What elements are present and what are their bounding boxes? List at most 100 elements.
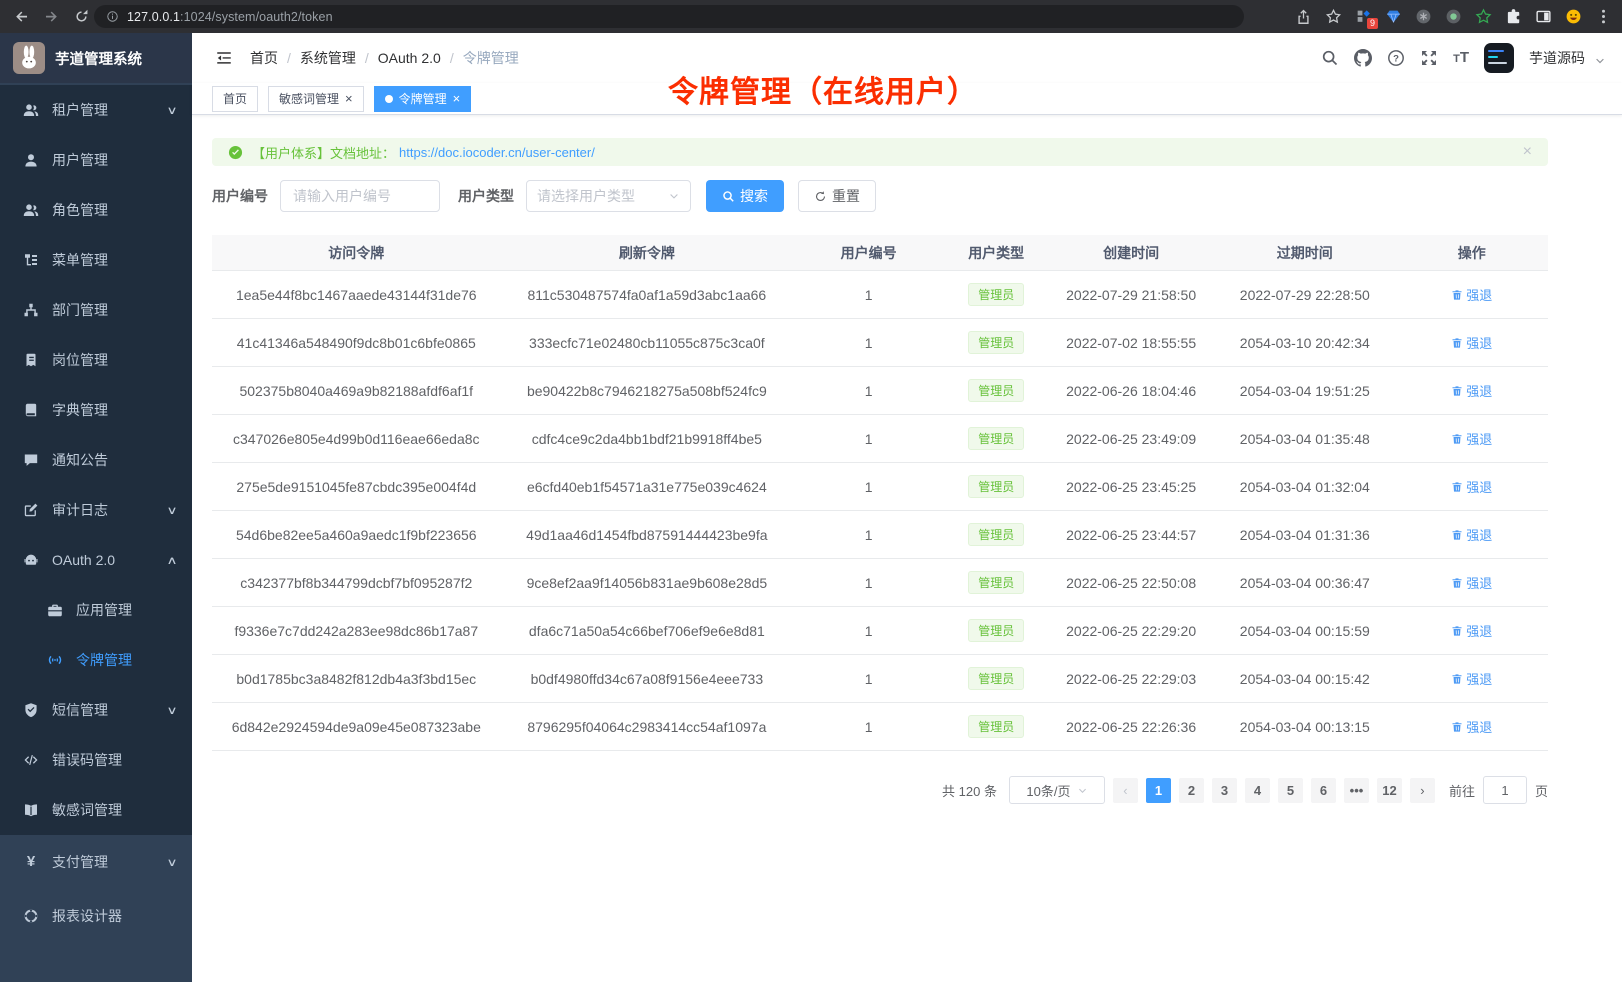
user-id-label: 用户编号 [212,186,268,206]
sidebar-item-report[interactable]: 报表设计器 [0,889,192,943]
chevron-down-icon [668,190,680,202]
user-name[interactable]: 芋道源码 [1529,48,1585,68]
view-tab[interactable]: 首页 [212,86,258,112]
address-bar[interactable]: 127.0.0.1:1024/system/oauth2/token [94,5,1244,28]
sidebar-fold-icon[interactable] [215,49,233,67]
force-logout-button[interactable]: 强退 [1451,717,1492,736]
fullscreen-icon[interactable] [1420,49,1438,67]
sidebar-logo[interactable]: 芋道管理系统 [0,33,192,83]
page-unit-label: 页 [1535,781,1548,800]
browser-back-icon[interactable] [13,8,30,25]
bookmark-star-icon[interactable] [1325,8,1342,25]
delete-icon [1451,289,1463,301]
sidebar-item-dept[interactable]: 部门管理 [0,285,192,335]
force-logout-button[interactable]: 强退 [1451,381,1492,400]
browser-reload-icon[interactable] [73,8,90,25]
reset-button[interactable]: 重置 [798,180,876,212]
page-number-button[interactable]: 6 [1311,778,1336,803]
breadcrumb-item[interactable]: 系统管理 [300,48,378,68]
page-number-button[interactable]: 4 [1245,778,1270,803]
sidebar-item-sensitive-word[interactable]: 敏感词管理 [0,785,192,835]
sidebar-item-user[interactable]: 用户管理 [0,135,192,185]
help-icon[interactable]: ? [1387,49,1405,67]
extension-star-icon[interactable] [1475,8,1492,25]
table-header-cell: 访问令牌 [212,243,501,263]
tab-close-icon[interactable]: × [453,93,461,105]
page-number-button[interactable]: 1 [1146,778,1171,803]
github-icon[interactable] [1354,49,1372,67]
force-logout-button[interactable]: 强退 [1451,429,1492,448]
goto-page-input[interactable] [1483,776,1527,804]
next-page-button[interactable]: › [1410,778,1435,803]
delete-icon [1451,529,1463,541]
extension-gem-icon[interactable] [1385,8,1402,25]
extension-grid-icon[interactable]: 9 [1355,8,1372,25]
force-logout-button[interactable]: 强退 [1451,333,1492,352]
force-logout-button[interactable]: 强退 [1451,621,1492,640]
sidebar-item-audit-log[interactable]: 审计日志 ∨ [0,485,192,535]
site-info-icon[interactable] [106,10,119,23]
profile-emoji-icon[interactable] [1565,8,1582,25]
actions-cell: 强退 [1396,621,1548,640]
sidebar-item-role[interactable]: 角色管理 [0,185,192,235]
sidebar-item-menu[interactable]: 菜单管理 [0,235,192,285]
font-size-icon[interactable]: TT [1453,49,1469,68]
user-icon [22,152,40,168]
actions-cell: 强退 [1396,669,1548,688]
created-time-cell: 2022-06-25 23:44:57 [1048,527,1214,543]
breadcrumb-item[interactable]: 令牌管理 [463,48,519,68]
search-button[interactable]: 搜索 [706,180,784,212]
browser-menu-icon[interactable] [1595,8,1612,25]
sidebar-item-oauth2-app[interactable]: 应用管理 [0,585,192,635]
browser-forward-icon[interactable] [43,8,60,25]
created-time-cell: 2022-07-29 21:58:50 [1048,287,1214,303]
briefcase-icon [46,602,64,618]
sidebar-item-tenant[interactable]: 租户管理 ∨ [0,85,192,135]
sidebar-item-dict[interactable]: 字典管理 [0,385,192,435]
user-type-cell: 管理员 [944,715,1048,738]
user-type-select[interactable]: 请选择用户类型 [526,180,691,212]
prev-page-button[interactable]: ‹ [1113,778,1138,803]
sidebar-item-notice[interactable]: 通知公告 [0,435,192,485]
users-icon [22,202,40,218]
alert-close-icon[interactable]: × [1523,145,1532,159]
share-icon[interactable] [1295,8,1312,25]
admin-badge: 管理员 [968,715,1024,738]
user-id-input[interactable] [280,180,440,212]
page-number-button[interactable]: ••• [1344,778,1369,803]
search-icon[interactable] [1321,49,1339,67]
caret-down-icon[interactable] [1594,55,1606,67]
created-time-cell: 2022-06-25 22:26:36 [1048,719,1214,735]
sidebar-item-post[interactable]: 岗位管理 [0,335,192,385]
user-id-cell: 1 [793,575,944,591]
extension-asterisk-icon[interactable] [1415,8,1432,25]
force-logout-button[interactable]: 强退 [1451,669,1492,688]
view-tab[interactable]: 敏感词管理 × [268,86,364,112]
page-number-button[interactable]: 2 [1179,778,1204,803]
doc-link[interactable]: https://doc.iocoder.cn/user-center/ [399,145,595,160]
access-token-cell: 275e5de9151045fe87cbdc395e004f4d [212,479,501,495]
sidebar-item-error-code[interactable]: 错误码管理 [0,735,192,785]
breadcrumb-item[interactable]: OAuth 2.0 [378,50,463,66]
sidebar-item-sms[interactable]: 短信管理 ∨ [0,685,192,735]
force-logout-button[interactable]: 强退 [1451,285,1492,304]
sidebar-item-oauth2-token[interactable]: 令牌管理 [0,635,192,685]
split-screen-icon[interactable] [1535,8,1552,25]
page-number-button[interactable]: 12 [1377,778,1402,803]
sidebar-item-oauth2[interactable]: OAuth 2.0 ∧ [0,535,192,585]
extensions-puzzle-icon[interactable] [1505,8,1522,25]
page-number-button[interactable]: 5 [1278,778,1303,803]
force-logout-button[interactable]: 强退 [1451,525,1492,544]
extension-dot-icon[interactable] [1445,8,1462,25]
page-number-button[interactable]: 3 [1212,778,1237,803]
sidebar-item-pay[interactable]: ¥ 支付管理 ∨ [0,835,192,889]
avatar[interactable] [1484,43,1514,73]
admin-badge: 管理员 [968,667,1024,690]
view-tab[interactable]: 令牌管理 × [374,86,472,112]
force-logout-button[interactable]: 强退 [1451,573,1492,592]
force-logout-button[interactable]: 强退 [1451,477,1492,496]
delete-icon [1451,625,1463,637]
tab-close-icon[interactable]: × [345,93,353,105]
breadcrumb-item[interactable]: 首页 [250,48,300,68]
page-size-select[interactable]: 10条/页 [1009,776,1105,804]
